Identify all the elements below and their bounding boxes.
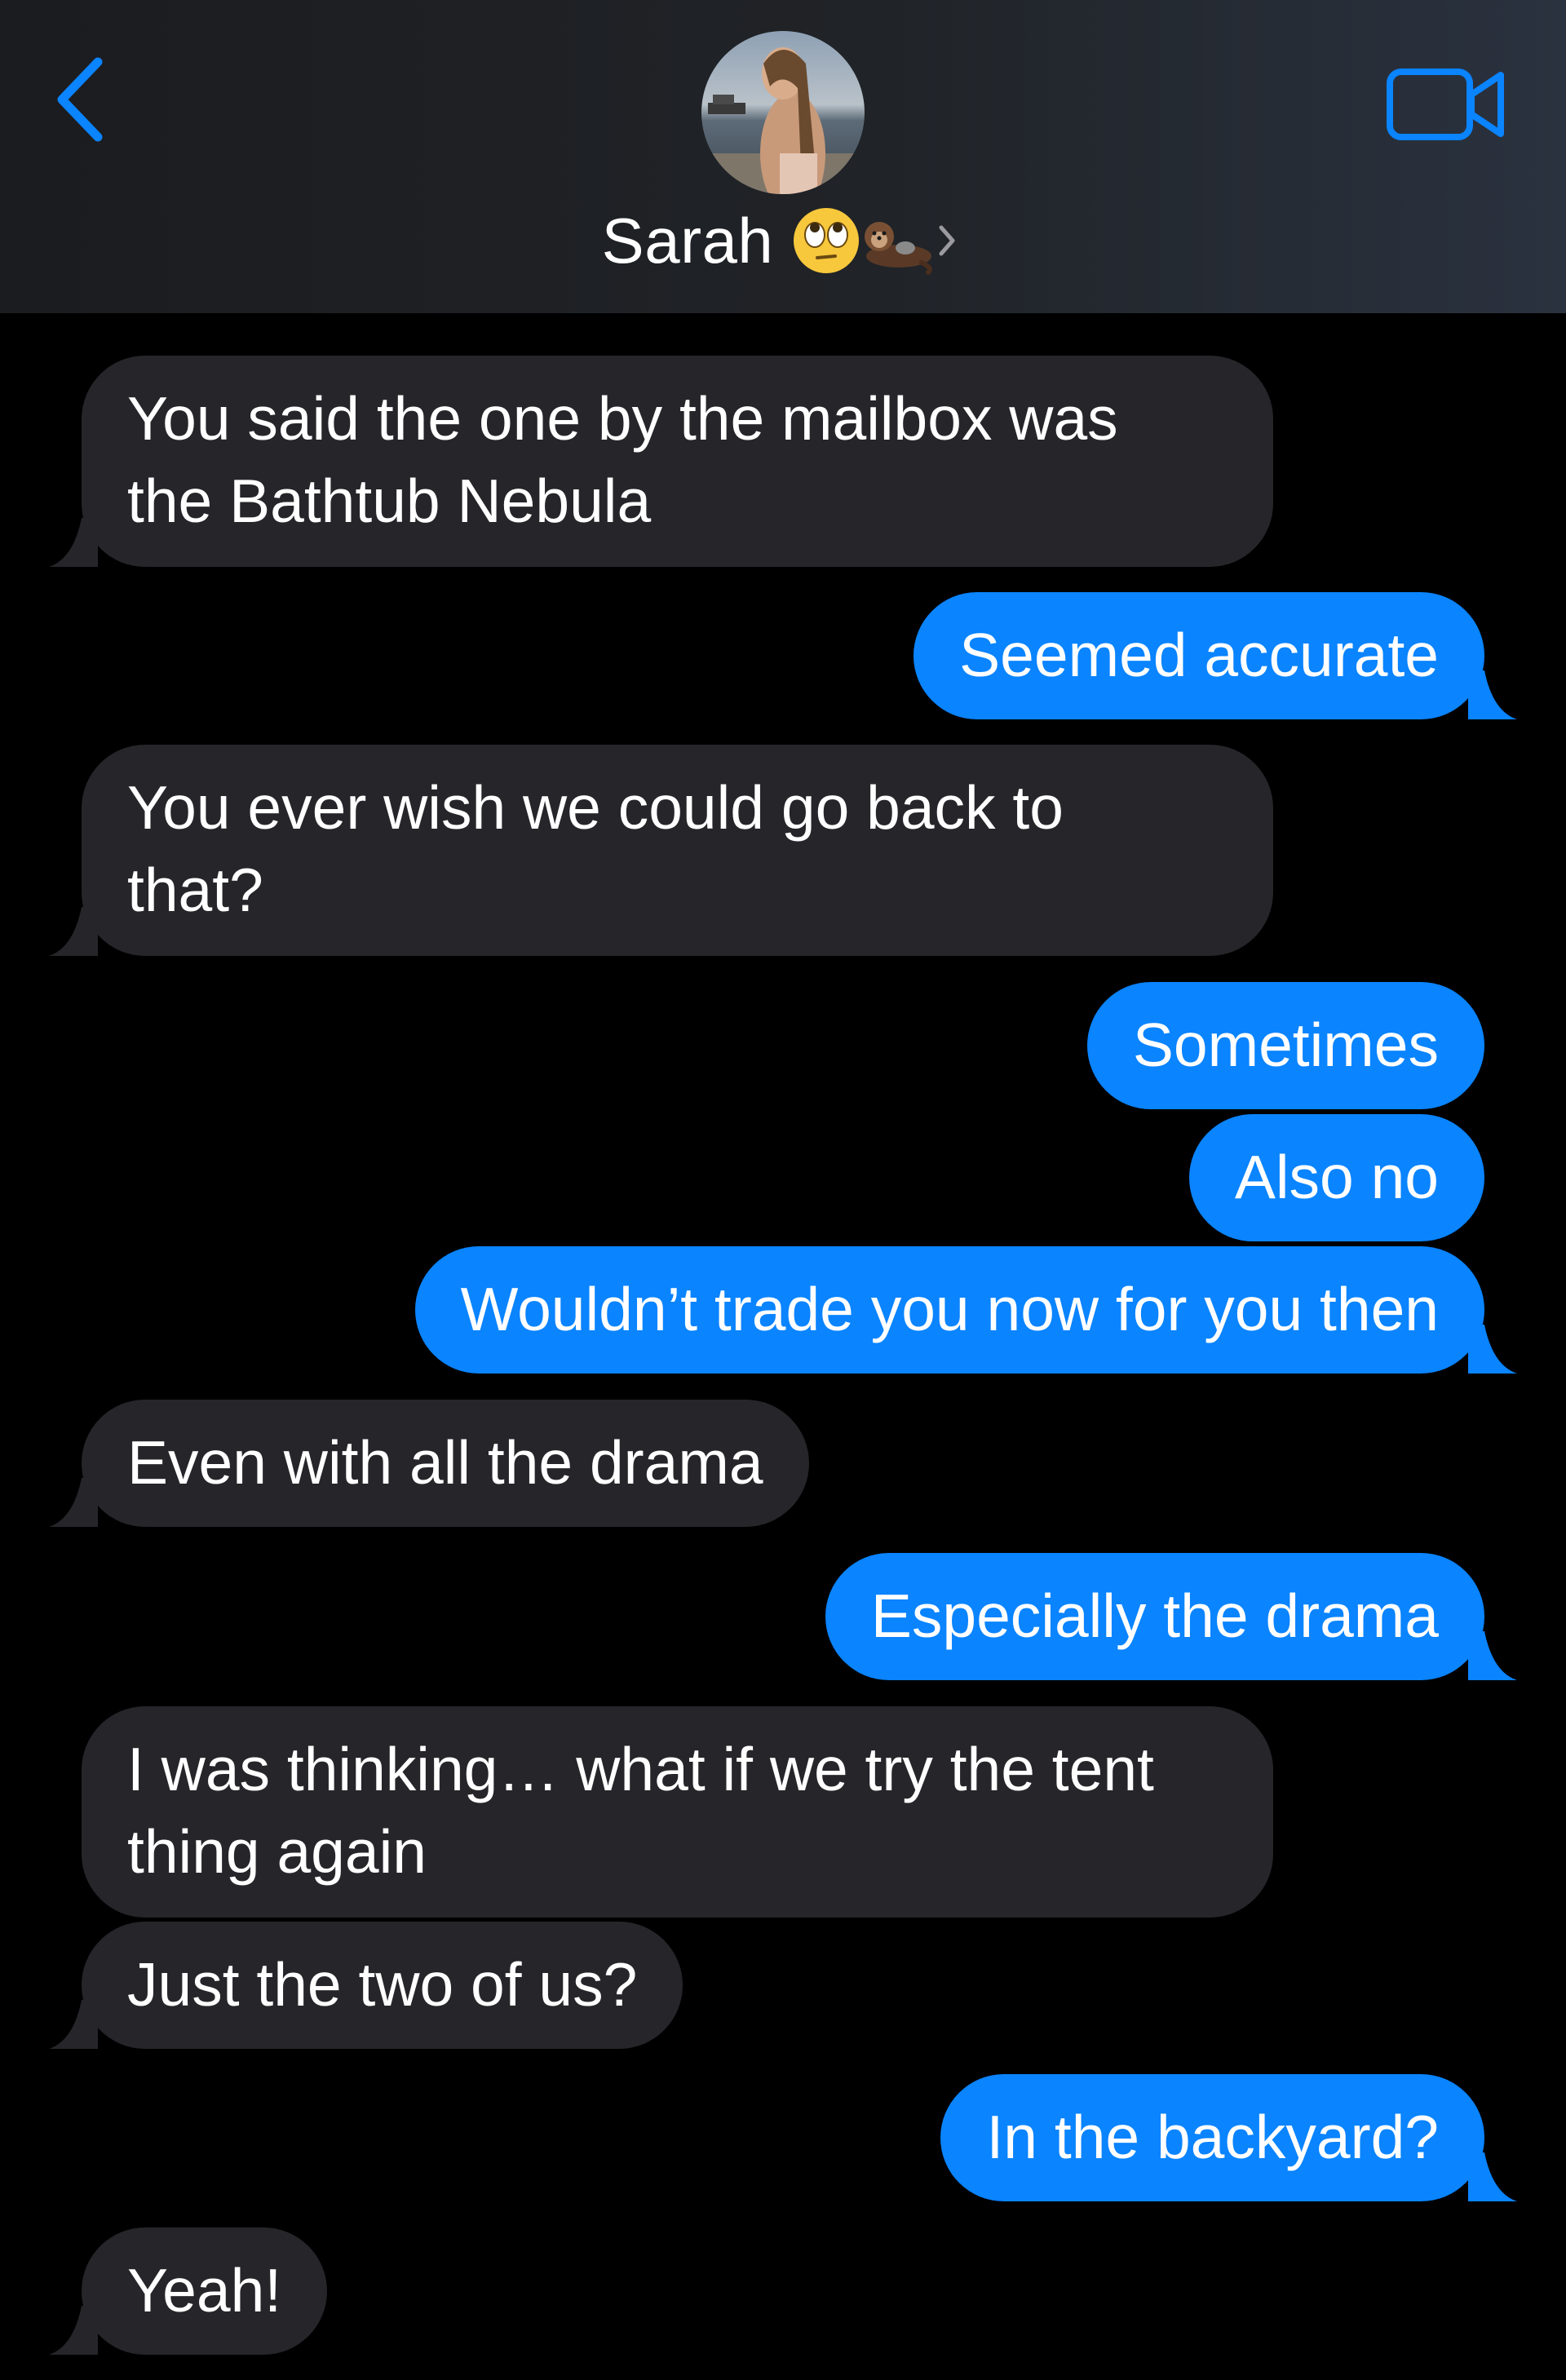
conversation-header: Sarah [0,0,1566,313]
received-message[interactable]: You ever wish we could go back to that? [49,745,1273,956]
bubble-tail [1468,670,1517,719]
message-text: Just the two of us? [127,1950,638,2019]
received-message[interactable]: Just the two of us? [49,1922,683,2049]
message-text: You ever wish we could go back to that? [127,773,1064,924]
contact-avatar[interactable] [701,31,865,194]
face-with-rolling-eyes-icon [794,208,860,273]
sent-message[interactable]: Sometimes [1086,982,1484,1109]
chevron-left-icon [57,57,103,142]
received-message[interactable]: I was thinking… what if we try the tent … [82,1706,1273,1918]
bubble-tail [1468,1631,1517,1680]
bubble-tail [49,1478,98,1527]
bubble-tail [1468,1325,1517,1374]
sent-message[interactable]: Wouldn’t trade you now for you then [414,1246,1517,1374]
chevron-right-icon [939,225,955,256]
bubble-tail [49,907,98,956]
bubble-tail [49,2306,98,2355]
message-text: Yeah! [127,2256,282,2325]
bubble-tail [49,2000,98,2049]
contact-name-button[interactable]: Sarah [0,196,1566,285]
message-text: Even with all the drama [127,1428,763,1497]
message-text: Especially the drama [870,1582,1439,1650]
video-call-button[interactable] [1385,64,1507,145]
message-text: Wouldn’t trade you now for you then [460,1275,1439,1343]
message-text: Seemed accurate [959,621,1439,689]
contact-emoji [791,206,964,276]
received-message[interactable]: You said the one by the mailbox was the … [49,356,1273,567]
sent-message[interactable]: Seemed accurate [914,592,1517,719]
bubble-tail [49,518,98,567]
message-text: Sometimes [1132,1011,1439,1079]
message-text: In the backyard? [986,2103,1439,2171]
message-text: You said the one by the mailbox was the … [127,384,1118,535]
avatar-photo [701,31,865,194]
back-button[interactable] [47,51,113,148]
bubble-tail [1468,2152,1517,2201]
otter-icon [865,222,933,275]
message-text: I was thinking… what if we try the tent … [127,1735,1154,1886]
received-message[interactable]: Yeah! [49,2227,328,2355]
contact-name: Sarah [601,204,774,276]
sent-message[interactable]: In the backyard? [940,2074,1517,2201]
message-text: Also no [1234,1143,1439,1211]
received-message[interactable]: Even with all the drama [49,1400,809,1527]
sent-message[interactable]: Also no [1188,1114,1484,1241]
video-camera-icon [1387,69,1504,140]
sent-message[interactable]: Especially the drama [825,1553,1517,1680]
